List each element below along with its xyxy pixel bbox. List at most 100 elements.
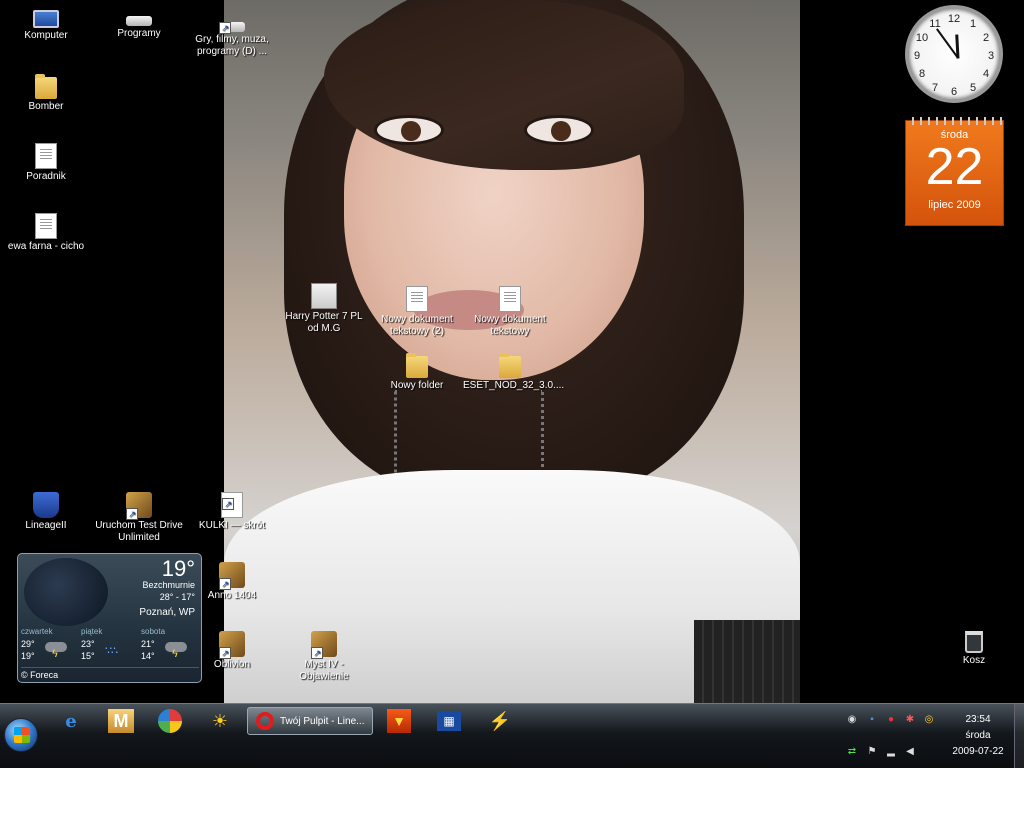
- forecast-day: sobota 21° 14°: [141, 627, 199, 662]
- clock-number: 10: [915, 32, 929, 44]
- system-tray: ◉ ▪ ● ✱ ◎ ⇄ ⚑ ▂ ◀: [840, 710, 940, 760]
- clock-number: 3: [987, 50, 995, 62]
- flag-icon[interactable]: ⚑: [866, 746, 878, 758]
- folder-icon: [406, 353, 428, 378]
- desktop-icon-komputer[interactable]: Komputer: [1, 6, 91, 42]
- weather-footer[interactable]: © Foreca: [21, 667, 199, 680]
- folder-icon: [499, 353, 521, 378]
- desktop-icon-label: Komputer: [24, 30, 68, 41]
- desktop-icon-label: Nowy dokument tekstowy: [474, 314, 546, 337]
- clock-number: 2: [982, 32, 990, 44]
- desktop-icon-nowy-dokument[interactable]: Nowy dokument tekstowy: [465, 286, 555, 338]
- desktop-icon-label: LineageII: [25, 520, 67, 531]
- calendar-gadget[interactable]: środa 22 lipiec 2009: [905, 117, 1004, 226]
- desktop-icon-myst[interactable]: Myst IV - Objawienie: [279, 631, 369, 683]
- weather-condition: Bezchmurnie: [142, 580, 195, 590]
- forecast-high: 29°: [21, 639, 35, 649]
- clock-number: 5: [969, 82, 977, 94]
- forecast-day: czwartek 29° 19°: [21, 627, 79, 662]
- desktop-icon-lineage[interactable]: LineageII: [1, 492, 91, 532]
- taskbar-time: 23:54: [965, 714, 991, 725]
- clock-number: 4: [982, 68, 990, 80]
- weather-forecast: czwartek 29° 19° piątek 23° 15°: [21, 627, 199, 662]
- taskbar-date: 2009-07-22: [952, 746, 1004, 757]
- desktop-icon-label: ESET_NOD_32_3.0....: [463, 380, 565, 391]
- desktop: Komputer Programy Gry, filmy, muza, prog…: [0, 0, 1024, 768]
- game-shortcut-icon: [311, 631, 337, 659]
- forecast-high: 21°: [141, 639, 155, 649]
- desktop-icon-label: Myst IV - Objawienie: [299, 659, 349, 682]
- windows-logo-icon: [14, 727, 30, 743]
- wireless-icon[interactable]: ◎: [923, 714, 935, 726]
- clock-number: 6: [950, 86, 958, 98]
- moon-icon: [24, 558, 108, 626]
- weather-gadget[interactable]: 19° Bezchmurnie 28° - 17° Poznań, WP czw…: [17, 553, 202, 683]
- desktop-icon-label: Programy: [117, 28, 161, 39]
- sun-app-button[interactable]: ☀: [205, 708, 235, 734]
- desktop-icon-bomber[interactable]: Bomber: [1, 74, 91, 113]
- disc-icon[interactable]: ◉: [846, 714, 858, 726]
- text-document-icon: [499, 286, 521, 312]
- desktop-icon-ewa-farna[interactable]: ewa farna - cicho: [1, 213, 91, 253]
- desktop-icon-kulki[interactable]: KULKI — skrót: [187, 492, 277, 532]
- forecast-high: 23°: [81, 639, 95, 649]
- forecast-low: 15°: [81, 651, 95, 661]
- antivirus-icon[interactable]: ●: [885, 714, 897, 726]
- start-button[interactable]: [4, 718, 38, 752]
- show-desktop-button[interactable]: [1014, 704, 1024, 768]
- desktop-icon-poradnik[interactable]: Poradnik: [1, 143, 91, 183]
- taskbar-weekday: środa: [965, 730, 991, 741]
- folder-icon: [35, 74, 57, 99]
- clock-number: 1: [969, 18, 977, 30]
- download-app-button[interactable]: ▼: [387, 709, 411, 733]
- desktop-icon-gry[interactable]: Gry, filmy, muza, programy (D) ...: [187, 12, 277, 58]
- storm-icon: [163, 640, 189, 660]
- m-app-button[interactable]: M: [108, 709, 134, 733]
- desktop-icon-kosz[interactable]: Kosz: [929, 631, 1019, 667]
- bolt-app-button[interactable]: ⚡: [485, 708, 515, 734]
- taskbar: e M ☀ Twój Pulpit - Line... ▼ ▦ ⚡ ◉ ▪ ● …: [0, 703, 1024, 768]
- rain-icon: [103, 640, 129, 660]
- active-task-label: Twój Pulpit - Line...: [280, 715, 365, 727]
- desktop-icon-label: Nowy dokument tekstowy (2): [381, 314, 453, 337]
- desktop-icon-harry-potter[interactable]: Harry Potter 7 PL od M.G: [279, 283, 369, 335]
- drive-icon: [126, 16, 152, 26]
- forecast-low: 14°: [141, 651, 155, 661]
- forecast-day: piątek 23° 15°: [81, 627, 139, 662]
- desktop-icon-eset[interactable]: ESET_NOD_32_3.0....: [463, 353, 564, 392]
- opera-icon: [256, 712, 274, 730]
- desktop-icon-label: Poradnik: [26, 171, 66, 182]
- app-shortcut-icon: [221, 492, 243, 518]
- movie-maker-button[interactable]: ▦: [437, 711, 461, 731]
- desktop-icon-test-drive[interactable]: Uruchom Test Drive Unlimited: [94, 492, 184, 544]
- desktop-icon-label: Harry Potter 7 PL od M.G: [285, 311, 363, 334]
- network-icon[interactable]: ⇄: [846, 746, 858, 758]
- desktop-icon-nowy-dokument-2[interactable]: Nowy dokument tekstowy (2): [372, 286, 462, 338]
- desktop-icon-programy[interactable]: Programy: [94, 6, 184, 40]
- recycle-bin-icon: [965, 631, 983, 653]
- taskbar-clock[interactable]: 23:54 środa 2009-07-22: [948, 712, 1008, 760]
- desktop-icon-label: Gry, filmy, muza, programy (D) ...: [195, 34, 269, 57]
- desktop-icon-nowy-folder[interactable]: Nowy folder: [372, 353, 462, 392]
- clock-number: 8: [918, 68, 926, 80]
- game-shortcut-icon: [219, 562, 245, 590]
- weather-temperature: 19°: [161, 556, 195, 581]
- taskbar-active-task[interactable]: Twój Pulpit - Line...: [247, 707, 373, 735]
- msn-icon[interactable]: ▪: [866, 714, 878, 726]
- clock-gadget[interactable]: 12 1 2 3 4 5 6 7 8 9 10 11: [905, 5, 1003, 103]
- volume-icon[interactable]: ◀: [904, 746, 916, 758]
- forecast-day-name: piątek: [81, 627, 103, 636]
- desktop-icon-label: Oblivion: [213, 659, 251, 670]
- signal-icon[interactable]: ▂: [885, 746, 897, 758]
- picasa-button[interactable]: [158, 709, 182, 733]
- clock-number: 9: [913, 50, 921, 62]
- desktop-icon-label: Bomber: [28, 101, 64, 112]
- audio-file-icon: [35, 213, 57, 239]
- game-shortcut-icon: [126, 492, 152, 520]
- forecast-day-name: czwartek: [21, 627, 53, 636]
- text-document-icon: [406, 286, 428, 312]
- internet-explorer-button[interactable]: e: [56, 708, 86, 734]
- bug-icon[interactable]: ✱: [904, 714, 916, 726]
- lineage-icon: [33, 492, 59, 518]
- storm-icon: [43, 640, 69, 660]
